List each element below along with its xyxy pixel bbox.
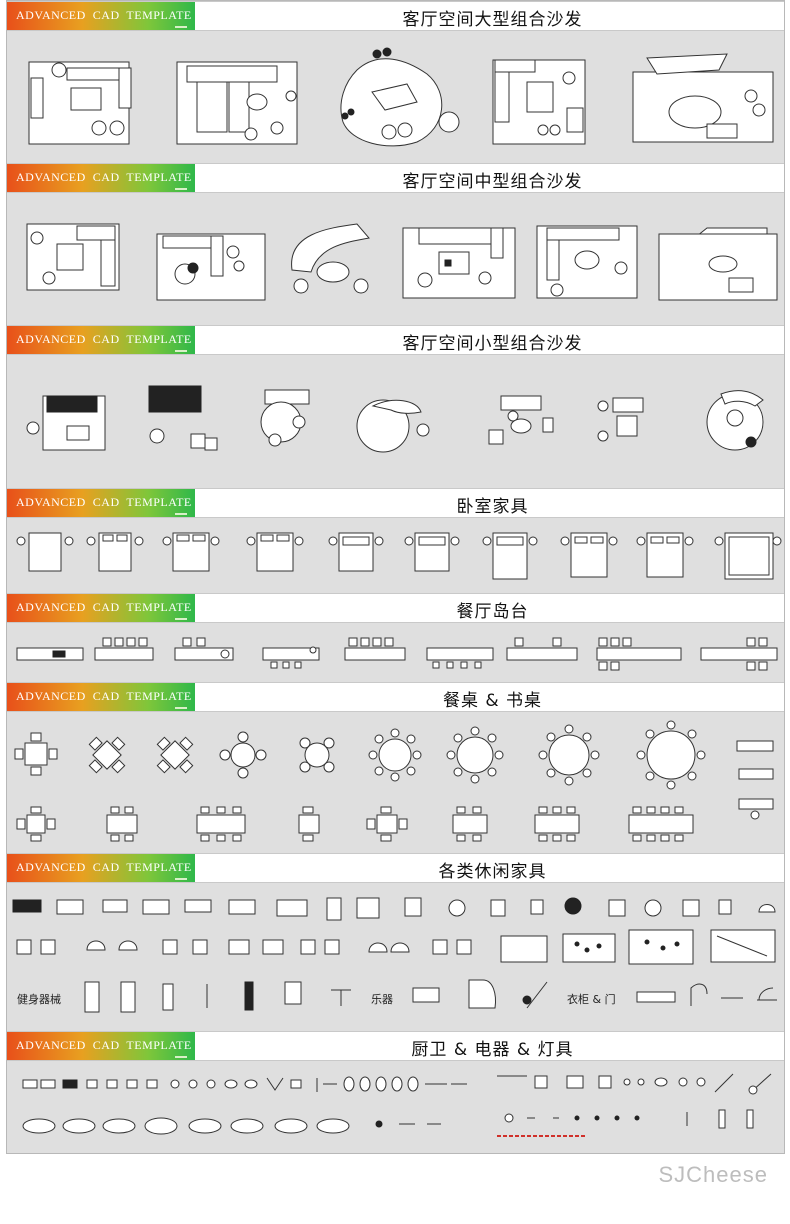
template-tag: ADVANCED CAD TEMPLATE	[7, 683, 195, 711]
bedroom-blocks	[7, 519, 784, 591]
section-header-dining-island: ADVANCED CAD TEMPLATE 餐厅岛台	[7, 593, 784, 623]
cad-template-sheet: ADVANCED CAD TEMPLATE 客厅空间大型组合沙发 ADVANCE…	[6, 0, 785, 1154]
medium-sofa-drawings	[26, 223, 778, 301]
section-header-leisure: ADVANCED CAD TEMPLATE 各类休闲家具	[7, 853, 784, 883]
section-header-kitchen-bath: ADVANCED CAD TEMPLATE 厨卫 & 电器 & 灯具	[7, 1031, 784, 1061]
section-title: 各类休闲家具	[438, 862, 547, 882]
tables-drawings	[14, 720, 774, 842]
kitchen-bath-drawings	[22, 1073, 772, 1137]
kitchen-bath-blocks	[7, 1062, 784, 1154]
template-tag: ADVANCED CAD TEMPLATE	[7, 326, 195, 354]
watermark: SJCheese	[658, 1162, 768, 1187]
section-header-medium-sofa: ADVANCED CAD TEMPLATE 客厅空间中型组合沙发	[7, 163, 784, 193]
section-title: 餐厅岛台	[456, 602, 529, 622]
template-tag: ADVANCED CAD TEMPLATE	[7, 1032, 195, 1060]
fitness-label: 健身器械	[17, 993, 61, 1006]
template-tag: ADVANCED CAD TEMPLATE	[7, 164, 195, 192]
small-sofa-drawings	[26, 385, 764, 453]
large-sofa-drawings	[28, 47, 774, 147]
tables-blocks	[7, 713, 784, 851]
template-tag: ADVANCED CAD TEMPLATE	[7, 594, 195, 622]
section-title: 客厅空间小型组合沙发	[402, 334, 583, 354]
leisure-blocks: 健身器械 乐器 衣柜 & 门	[7, 884, 784, 1030]
section-header-large-sofa: ADVANCED CAD TEMPLATE 客厅空间大型组合沙发	[7, 1, 784, 31]
bedroom-drawings	[16, 532, 782, 580]
medium-sofa-blocks	[7, 194, 784, 324]
section-header-bedroom: ADVANCED CAD TEMPLATE 卧室家具	[7, 488, 784, 518]
section-title: 客厅空间中型组合沙发	[402, 172, 583, 192]
section-title: 餐桌 & 书桌	[442, 691, 543, 711]
section-header-small-sofa: ADVANCED CAD TEMPLATE 客厅空间小型组合沙发	[7, 325, 784, 355]
instruments-label: 乐器	[371, 993, 393, 1006]
dining-island-drawings	[16, 637, 778, 671]
template-tag: ADVANCED CAD TEMPLATE	[7, 854, 195, 882]
wardrobe-door-label: 衣柜 & 门	[567, 993, 616, 1006]
large-sofa-blocks	[7, 32, 784, 162]
dining-island-blocks	[7, 624, 784, 682]
template-tag: ADVANCED CAD TEMPLATE	[7, 489, 195, 517]
leisure-drawings	[12, 897, 777, 1013]
section-title: 卧室家具	[456, 497, 529, 517]
section-title: 厨卫 & 电器 & 灯具	[411, 1040, 574, 1060]
section-title: 客厅空间大型组合沙发	[402, 10, 583, 30]
section-header-tables: ADVANCED CAD TEMPLATE 餐桌 & 书桌	[7, 682, 784, 712]
small-sofa-blocks	[7, 356, 784, 486]
template-tag: ADVANCED CAD TEMPLATE	[7, 2, 195, 30]
